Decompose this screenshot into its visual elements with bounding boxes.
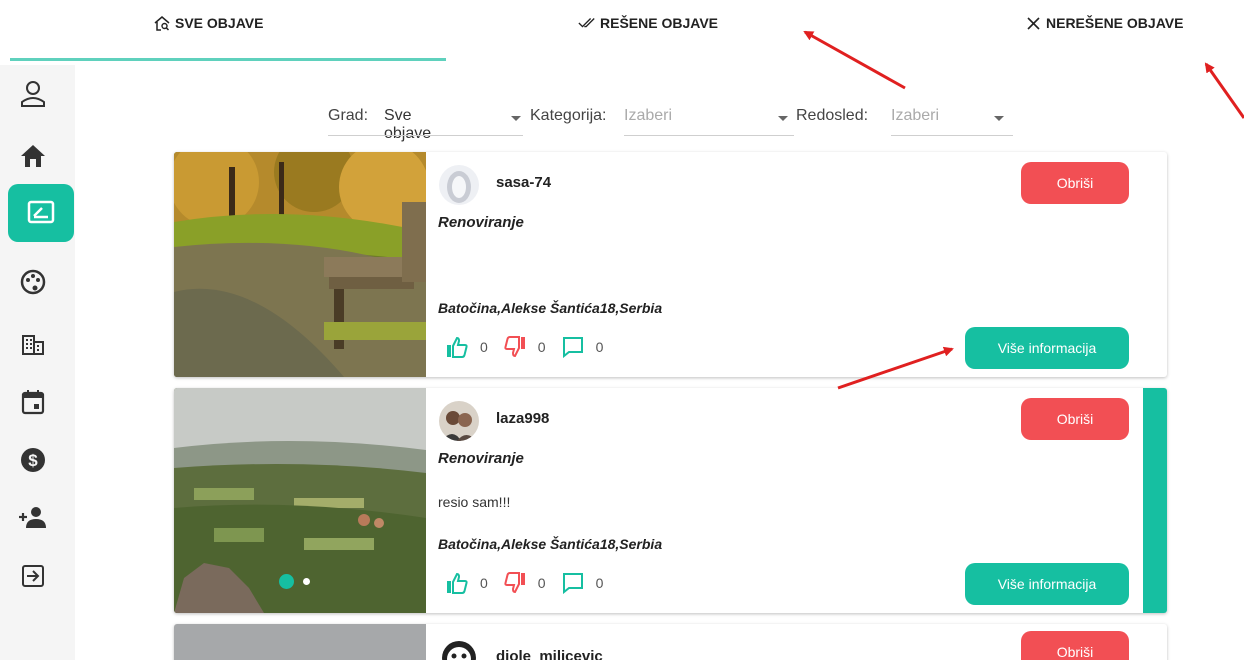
category-filter-label: Kategorija: (530, 107, 607, 124)
post-image[interactable] (174, 624, 426, 660)
post-body: laza998 Renoviranje resio sam!!! Batočin… (438, 388, 1167, 613)
sidebar-item-buildings[interactable] (12, 323, 54, 365)
post-stats: 0 0 0 (444, 571, 617, 595)
logout-icon (22, 565, 44, 587)
post-username[interactable]: laza998 (496, 410, 549, 427)
annotation-arrow (803, 30, 906, 90)
post-card: laza998 Renoviranje resio sam!!! Batočin… (174, 388, 1167, 613)
post-address: Batočina,Alekse Šantića18,Serbia (438, 300, 663, 316)
tab-all-posts-label: SVE OBJAVE (175, 15, 264, 31)
palette-icon (20, 269, 46, 295)
category-filter-underline (624, 135, 794, 136)
thumbs-up-icon[interactable] (444, 335, 470, 359)
sidebar: $ (0, 65, 75, 660)
user-icon (21, 81, 45, 107)
thumbs-down-icon[interactable] (502, 335, 528, 359)
add-user-icon (19, 507, 46, 528)
city-filter-underline (328, 135, 523, 136)
carousel-dot-active[interactable] (279, 574, 294, 589)
delete-button[interactable]: Obriši (1021, 162, 1129, 204)
building-icon (22, 335, 44, 355)
tab-solved-posts-label: REŠENE OBJAVE (600, 15, 718, 31)
like-count: 0 (480, 575, 488, 591)
delete-button[interactable]: Obriši (1021, 631, 1129, 660)
delete-button[interactable]: Obriši (1021, 398, 1129, 440)
more-info-button[interactable]: Više informacija (965, 563, 1129, 605)
order-dropdown-caret-icon[interactable] (994, 116, 1004, 121)
post-body: djole_milicevic Obriši (438, 624, 1167, 660)
order-filter-label: Redosled: (796, 107, 869, 124)
sidebar-item-palette[interactable] (12, 261, 54, 303)
close-icon (1024, 15, 1042, 31)
post-image-park[interactable] (174, 152, 426, 377)
category-dropdown-caret-icon[interactable] (778, 116, 788, 121)
avatar[interactable] (439, 165, 479, 205)
post-category: Renoviranje (438, 450, 524, 467)
tab-solved-posts[interactable]: REŠENE OBJAVE (578, 15, 718, 31)
double-check-icon (578, 15, 596, 31)
home-icon (21, 145, 45, 167)
comment-count: 0 (595, 575, 604, 591)
post-description: resio sam!!! (438, 494, 511, 510)
city-filter-label: Grad: (328, 107, 369, 124)
tab-unsolved-posts-label: NEREŠENE OBJAVE (1046, 15, 1184, 31)
order-filter-underline (891, 135, 1013, 136)
sidebar-item-profile[interactable] (12, 73, 54, 115)
sidebar-item-logout[interactable] (12, 555, 54, 597)
sidebar-item-home[interactable] (12, 135, 54, 177)
thumbs-up-icon[interactable] (444, 571, 470, 595)
calendar-icon (21, 390, 45, 415)
post-card: sasa-74 Renoviranje Batočina,Alekse Šant… (174, 152, 1167, 377)
active-tab-indicator (10, 58, 446, 61)
city-filter-value[interactable]: Sve objave (384, 107, 431, 143)
comment-icon[interactable] (560, 571, 586, 595)
carousel-dot[interactable] (303, 578, 310, 585)
sidebar-item-calendar[interactable] (12, 381, 54, 423)
avatar[interactable] (439, 638, 479, 660)
comment-count: 0 (595, 339, 604, 355)
solved-status-bar (1143, 388, 1167, 613)
sidebar-item-posts[interactable] (8, 184, 74, 242)
post-username[interactable]: djole_milicevic (496, 648, 603, 660)
post-category: Renoviranje (438, 214, 524, 231)
sidebar-item-payments[interactable]: $ (12, 439, 54, 481)
dollar-icon: $ (21, 448, 45, 472)
tab-unsolved-posts[interactable]: NEREŠENE OBJAVE (1024, 15, 1183, 31)
thumbs-down-icon[interactable] (502, 571, 528, 595)
dislike-count: 0 (537, 575, 546, 591)
like-count: 0 (480, 339, 488, 355)
svg-text:$: $ (28, 451, 38, 470)
dislike-count: 0 (537, 339, 546, 355)
avatar[interactable] (439, 401, 479, 441)
post-stats: 0 0 0 (444, 335, 617, 359)
category-filter-placeholder[interactable]: Izaberi (624, 107, 672, 125)
post-username[interactable]: sasa-74 (496, 174, 551, 191)
post-body: sasa-74 Renoviranje Batočina,Alekse Šant… (438, 152, 1167, 377)
city-dropdown-caret-icon[interactable] (511, 116, 521, 121)
annotation-arrow (1204, 62, 1244, 119)
comment-icon[interactable] (560, 335, 586, 359)
post-address: Batočina,Alekse Šantića18,Serbia (438, 536, 663, 552)
posts-icon (27, 200, 55, 224)
post-card: djole_milicevic Obriši (174, 624, 1167, 660)
sidebar-item-add-user[interactable] (12, 497, 54, 539)
tab-all-posts[interactable]: SVE OBJAVE (153, 15, 263, 31)
home-search-icon (153, 15, 171, 31)
order-filter-placeholder[interactable]: Izaberi (891, 107, 939, 125)
image-carousel-dots (279, 574, 310, 589)
more-info-button[interactable]: Više informacija (965, 327, 1129, 369)
